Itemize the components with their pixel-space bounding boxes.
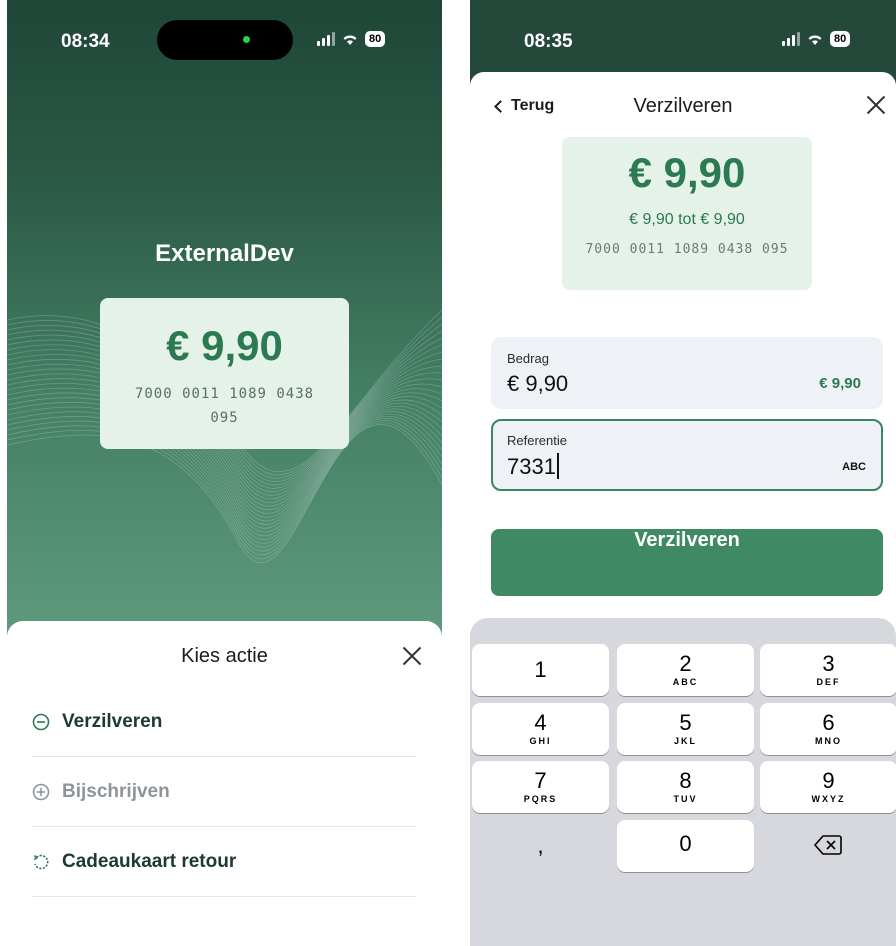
- action-gift-card-return[interactable]: Cadeaukaart retour: [32, 827, 416, 897]
- amount-label: Bedrag: [507, 351, 549, 366]
- redeem-range: € 9,90 tot € 9,90: [629, 211, 745, 228]
- reference-value: 7331: [507, 454, 556, 479]
- reference-label: Referentie: [507, 433, 567, 448]
- sheet-title: Kies actie: [181, 645, 268, 667]
- dynamic-island: [157, 20, 293, 60]
- key-digit: 0: [679, 831, 692, 856]
- action-top-up[interactable]: Bijschrijven: [32, 757, 416, 827]
- action-label: Cadeaukaart retour: [62, 850, 237, 872]
- minus-circle-icon: [32, 713, 50, 730]
- signal-icon: [317, 32, 335, 46]
- key-letters: JKL: [673, 736, 697, 746]
- status-icons: 80: [782, 31, 851, 47]
- wifi-icon: [343, 35, 357, 45]
- numeric-keypad: 1 2 ABC 3 DEF 4 GHI 5 JKL 6 MNO 7 PQRS 8 TUV 9 WXYZ, 0: [470, 618, 896, 946]
- key-letters: MNO: [815, 736, 842, 746]
- key-letters: ABC: [672, 677, 699, 687]
- key-0[interactable]: 0: [617, 820, 754, 872]
- key-digit: 9: [822, 768, 835, 793]
- redeem-button[interactable]: Verzilveren: [491, 529, 883, 596]
- key-letters: TUV: [673, 794, 698, 804]
- amount-value: € 9,90: [507, 371, 569, 396]
- key-digit: 1: [534, 657, 547, 682]
- key-digit: 5: [679, 710, 692, 735]
- page-title: Verzilveren: [633, 95, 733, 117]
- battery-indicator: 80: [830, 31, 851, 47]
- signal-icon: [782, 32, 800, 46]
- key-6[interactable]: 6 MNO: [760, 703, 896, 755]
- plus-circle-icon: [32, 783, 50, 800]
- merchant-name: ExternalDev: [155, 240, 294, 267]
- action-label: Verzilveren: [62, 710, 163, 732]
- undo-icon: [33, 854, 49, 869]
- key-letters: PQRS: [523, 794, 558, 804]
- action-sheet: Kies actie Verzilveren Bijschrijven Cade…: [7, 621, 442, 946]
- gift-card: € 9,90 7000 0011 1089 0438 095: [100, 298, 349, 449]
- gift-card: € 9,90 € 9,90 tot € 9,90 7000 0011 1089 …: [562, 137, 812, 290]
- status-icons: 80: [317, 31, 386, 47]
- key-digit: 3: [822, 651, 835, 676]
- key-letters: GHI: [529, 736, 552, 746]
- key-digit: ,: [537, 833, 544, 858]
- status-time: 08:34: [61, 31, 110, 52]
- navigation-bar: Terug Verzilveren: [470, 95, 896, 119]
- status-bar: 08:34 80: [7, 0, 442, 64]
- key-letters: WXYZ: [811, 794, 846, 804]
- action-label: Bijschrijven: [62, 780, 170, 802]
- reference-input[interactable]: 7331: [507, 453, 559, 480]
- amount-max-hint: € 9,90: [819, 375, 861, 392]
- key-8[interactable]: 8 TUV: [617, 761, 754, 813]
- close-icon[interactable]: [866, 95, 886, 115]
- status-time: 08:35: [524, 31, 573, 52]
- wifi-icon: [808, 35, 822, 45]
- backspace-icon[interactable]: [814, 834, 842, 856]
- gift-card-balance: € 9,90: [628, 149, 746, 196]
- redeem-screen: 08:35 80 Terug Verzilveren € 9,90 € 9,90…: [470, 0, 896, 946]
- camera-indicator-icon: [243, 36, 250, 43]
- action-picker-screen: 08:34 80 ExternalDev € 9,90 7000 0011 10…: [7, 0, 442, 946]
- close-icon[interactable]: [402, 646, 422, 666]
- key-digit: 6: [822, 710, 835, 735]
- text-caret: [556, 453, 559, 479]
- gift-card-balance: € 9,90: [166, 322, 283, 369]
- key-comma[interactable]: ,: [472, 820, 609, 872]
- key-letters: DEF: [816, 677, 841, 687]
- key-4[interactable]: 4 GHI: [472, 703, 609, 755]
- key-2[interactable]: 2 ABC: [617, 644, 754, 696]
- amount-field[interactable]: Bedrag € 9,90 € 9,90: [491, 337, 883, 409]
- key-1[interactable]: 1: [472, 644, 609, 696]
- gift-card-number: 7000 0011 1089 0438 095: [585, 242, 789, 257]
- key-digit: 4: [534, 710, 547, 735]
- gift-card-number: 7000 0011 1089 0438 095: [134, 386, 315, 426]
- key-digit: 7: [534, 768, 547, 793]
- key-3[interactable]: 3 DEF: [760, 644, 896, 696]
- keyboard-mode-hint: ABC: [842, 461, 866, 473]
- key-5[interactable]: 5 JKL: [617, 703, 754, 755]
- status-bar: 08:35 80: [470, 0, 896, 64]
- key-7[interactable]: 7 PQRS: [472, 761, 609, 813]
- reference-field[interactable]: Referentie 7331 ABC: [491, 419, 883, 491]
- action-redeem[interactable]: Verzilveren: [32, 687, 416, 757]
- key-digit: 2: [679, 651, 692, 676]
- battery-indicator: 80: [365, 31, 386, 47]
- key-digit: 8: [679, 768, 692, 793]
- key-9[interactable]: 9 WXYZ: [760, 761, 896, 813]
